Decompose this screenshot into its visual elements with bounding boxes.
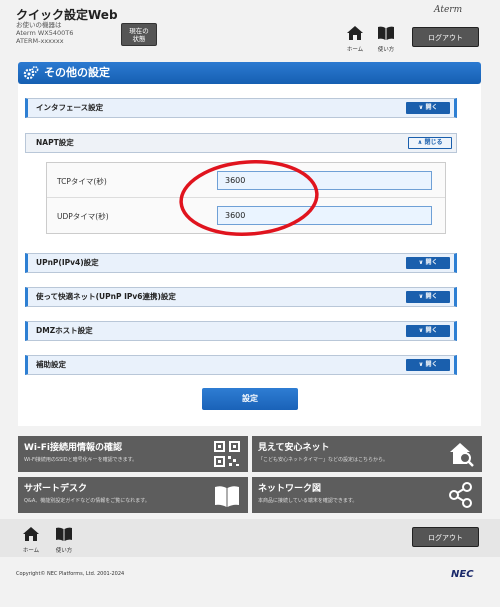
home-icon — [347, 26, 363, 40]
udp-timer-label: UDPタイマ(秒) — [57, 212, 109, 221]
red-highlight-ellipse — [179, 160, 319, 236]
nec-logo: NEC — [451, 569, 474, 580]
aterm-logo: Aterm — [434, 5, 463, 15]
accordion-upnp-label: UPnP(IPv4)設定 — [36, 258, 99, 267]
accordion-napt-close-button[interactable]: ∧ 閉じる — [408, 137, 452, 149]
close-label: 閉じる — [424, 139, 443, 146]
accordion-interface-open-button[interactable]: ∨ 開く — [406, 102, 450, 114]
open-label: 開く — [425, 259, 438, 266]
tile-support-desc: Q&A、機能別設定ガイドなどの情報をご覧になれます。 — [24, 498, 150, 504]
status-button-line2: 状態 — [132, 35, 146, 43]
accordion-assist-label: 補助設定 — [36, 360, 66, 369]
footer-home-nav[interactable]: ホーム — [20, 526, 42, 554]
open-label: 開く — [425, 293, 438, 300]
tile-safety-net[interactable]: 見えて安心ネット 「こども安心ネットタイマー」などの設定はこちらから。 — [252, 436, 482, 472]
accordion-upnp[interactable]: UPnP(IPv4)設定 ∨ 開く — [25, 253, 457, 273]
accordion-assist-open-button[interactable]: ∨ 開く — [406, 359, 450, 371]
tile-network-desc: 本商品に接続している端末を確認できます。 — [258, 498, 358, 504]
accordion-interface-label: インタフェース設定 — [36, 103, 104, 112]
tile-safety-desc: 「こども安心ネットタイマー」などの設定はこちらから。 — [258, 457, 389, 463]
logout-button[interactable]: ログアウト — [412, 27, 479, 47]
tile-wifi-desc: Wi-Fi接続用のSSIDと暗号化キーを確認できます。 — [24, 457, 138, 463]
book-icon — [56, 527, 72, 541]
qr-code-icon — [214, 441, 240, 467]
accordion-upnp-ipv6-open-button[interactable]: ∨ 開く — [406, 291, 450, 303]
footer-logout-button[interactable]: ログアウト — [412, 527, 479, 547]
accordion-dmz-label: DMZホスト設定 — [36, 326, 93, 335]
copyright: Copyright© NEC Platforms, Ltd. 2001-2024 — [16, 571, 125, 577]
tile-network-map[interactable]: ネットワーク図 本商品に接続している端末を確認できます。 — [252, 477, 482, 513]
book-icon — [378, 26, 394, 40]
footer-nav: ホーム 使い方 ログアウト — [0, 519, 500, 557]
accordion-upnp-ipv6-label: 使って快適ネット(UPnP IPv6連携)設定 — [36, 292, 176, 301]
book-icon — [215, 486, 239, 507]
help-nav[interactable]: 使い方 — [375, 25, 397, 53]
help-label: 使い方 — [377, 47, 395, 53]
tile-network-title: ネットワーク図 — [258, 484, 322, 494]
tile-safety-title: 見えて安心ネット — [258, 443, 330, 453]
house-search-icon — [450, 443, 474, 467]
accordion-assist[interactable]: 補助設定 ∨ 開く — [25, 355, 457, 375]
accordion-dmz-open-button[interactable]: ∨ 開く — [406, 325, 450, 337]
tcp-timer-label: TCPタイマ(秒) — [57, 177, 107, 186]
tile-support-title: サポートデスク — [24, 484, 88, 494]
tile-support-desk[interactable]: サポートデスク Q&A、機能別設定ガイドなどの情報をご覧になれます。 — [18, 477, 248, 513]
current-status-button[interactable]: 現在の 状態 — [121, 23, 157, 46]
device-model: Aterm WX5400T6 — [16, 29, 74, 37]
accordion-interface[interactable]: インタフェース設定 ∨ 開く — [25, 98, 457, 118]
accordion-napt[interactable]: NAPT設定 ∧ 閉じる — [25, 133, 457, 153]
accordion-napt-label: NAPT設定 — [36, 138, 74, 147]
device-info: お使いの機器は Aterm WX5400T6 ATERM-xxxxxx — [16, 21, 73, 45]
footer-home-label: ホーム — [22, 548, 40, 554]
device-line1: お使いの機器は — [16, 21, 62, 29]
submit-button[interactable]: 設定 — [202, 388, 298, 410]
accordion-dmz[interactable]: DMZホスト設定 ∨ 開く — [25, 321, 457, 341]
home-label: ホーム — [346, 47, 364, 53]
gear-icon — [23, 66, 39, 80]
accordion-upnp-open-button[interactable]: ∨ 開く — [406, 257, 450, 269]
open-label: 開く — [425, 327, 438, 334]
home-nav[interactable]: ホーム — [344, 25, 366, 53]
open-label: 開く — [425, 361, 438, 368]
device-hostname: ATERM-xxxxxx — [16, 37, 64, 45]
section-title: その他の設定 — [44, 66, 110, 79]
tile-wifi-title: Wi-Fi接続用情報の確認 — [24, 443, 122, 453]
accordion-upnp-ipv6[interactable]: 使って快適ネット(UPnP IPv6連携)設定 ∨ 開く — [25, 287, 457, 307]
header: クイック設定Web お使いの機器は Aterm WX5400T6 ATERM-x… — [0, 0, 500, 53]
footer-help-nav[interactable]: 使い方 — [53, 526, 75, 554]
section-title-bar: その他の設定 — [18, 62, 481, 84]
network-share-icon — [449, 482, 472, 508]
home-icon — [23, 527, 39, 541]
open-label: 開く — [425, 104, 438, 111]
footer-help-label: 使い方 — [55, 548, 73, 554]
tile-wifi-info[interactable]: Wi-Fi接続用情報の確認 Wi-Fi接続用のSSIDと暗号化キーを確認できます… — [18, 436, 248, 472]
status-button-line1: 現在の — [129, 27, 149, 35]
